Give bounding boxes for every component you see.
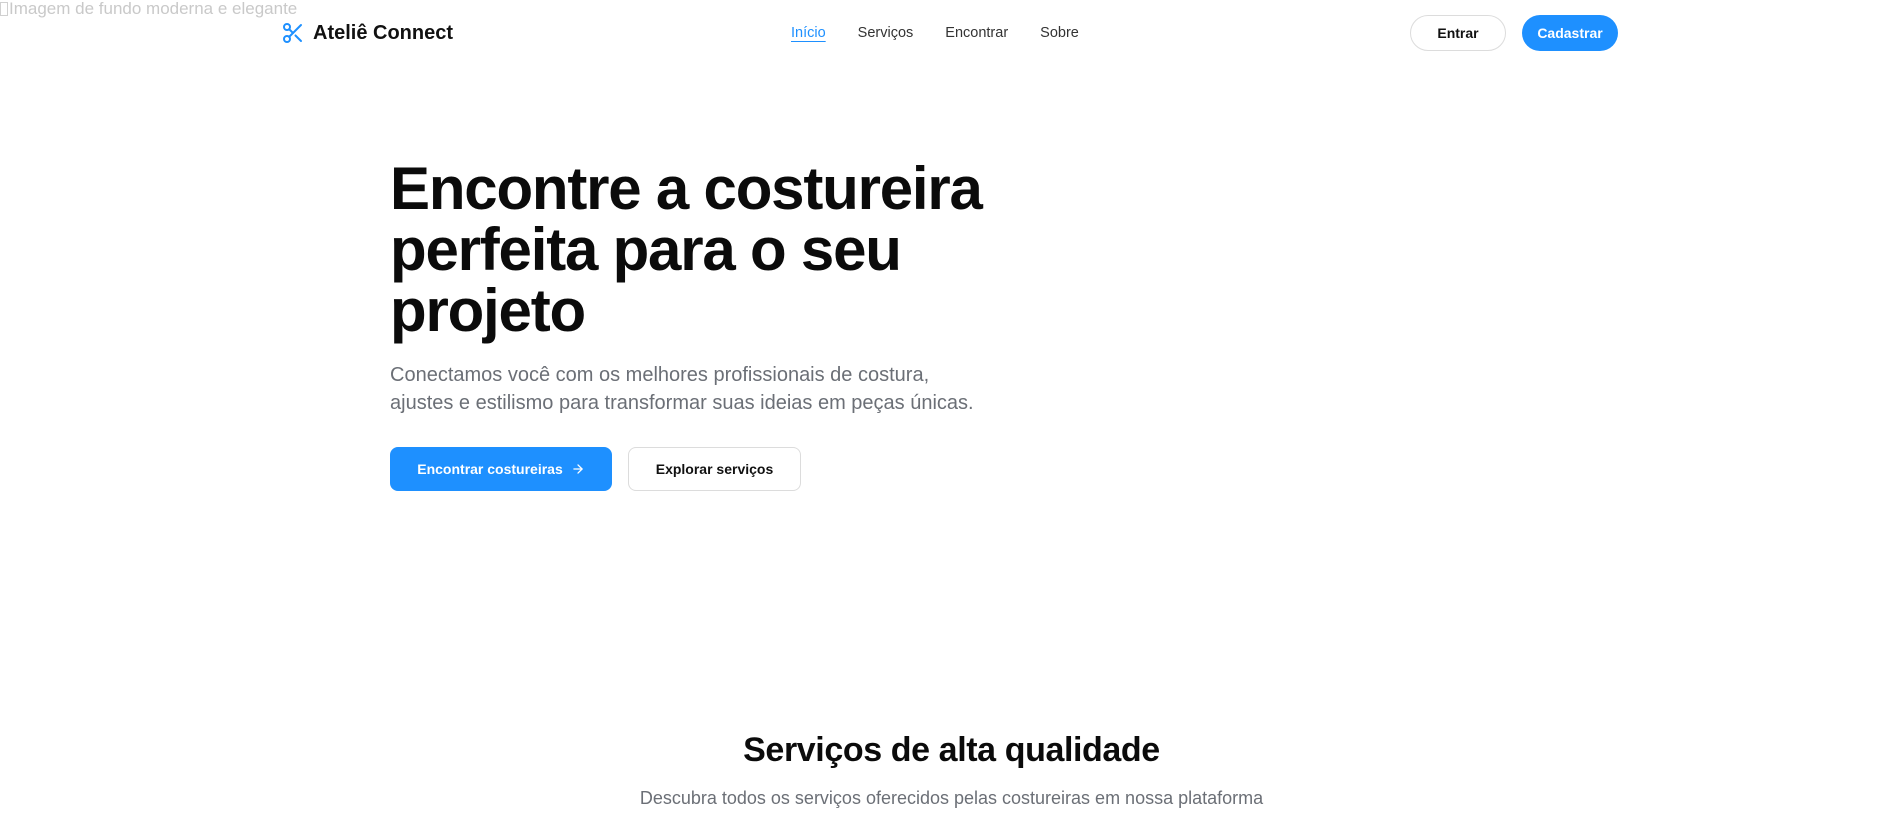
hero-actions: Encontrar costureiras Explorar serviços xyxy=(390,447,1030,491)
hero-subtitle: Conectamos você com os melhores profissi… xyxy=(390,364,974,414)
login-button[interactable]: Entrar xyxy=(1410,15,1506,51)
site-header: Ateliê Connect Início Serviços Encontrar… xyxy=(281,14,1618,52)
broken-image-icon xyxy=(0,2,8,16)
hero-section: Encontre a costureira perfeita para o se… xyxy=(390,158,1030,491)
arrow-right-icon xyxy=(573,464,583,474)
auth-actions: Entrar Cadastrar xyxy=(1410,14,1618,52)
background-image-alt-text: Imagem de fundo moderna e elegante xyxy=(9,0,298,18)
nav-link-servicos[interactable]: Serviços xyxy=(858,25,914,41)
hero-title: Encontre a costureira perfeita para o se… xyxy=(390,155,983,344)
nav-link-encontrar[interactable]: Encontrar xyxy=(945,25,1008,41)
brand-logo-link[interactable]: Ateliê Connect xyxy=(281,14,453,52)
find-seamstresses-button[interactable]: Encontrar costureiras xyxy=(390,447,612,491)
main-nav: Início Serviços Encontrar Sobre xyxy=(791,14,1079,52)
services-subtitle: Descubra todos os serviços oferecidos pe… xyxy=(639,788,1264,808)
services-section: Serviços de alta qualidade Descubra todo… xyxy=(0,731,1903,809)
brand-name: Ateliê Connect xyxy=(313,21,454,44)
explore-services-button[interactable]: Explorar serviços xyxy=(628,447,801,491)
background-image-broken: Imagem de fundo moderna e elegante xyxy=(0,0,297,18)
scissors-icon xyxy=(283,23,302,43)
signup-button[interactable]: Cadastrar xyxy=(1522,15,1618,51)
nav-link-sobre[interactable]: Sobre xyxy=(1040,25,1079,41)
find-seamstresses-label: Encontrar costureiras xyxy=(417,461,563,477)
services-title: Serviços de alta qualidade xyxy=(743,731,1160,769)
nav-link-inicio[interactable]: Início xyxy=(791,25,826,41)
page: Imagem de fundo moderna e elegante Ateli… xyxy=(0,0,1903,818)
